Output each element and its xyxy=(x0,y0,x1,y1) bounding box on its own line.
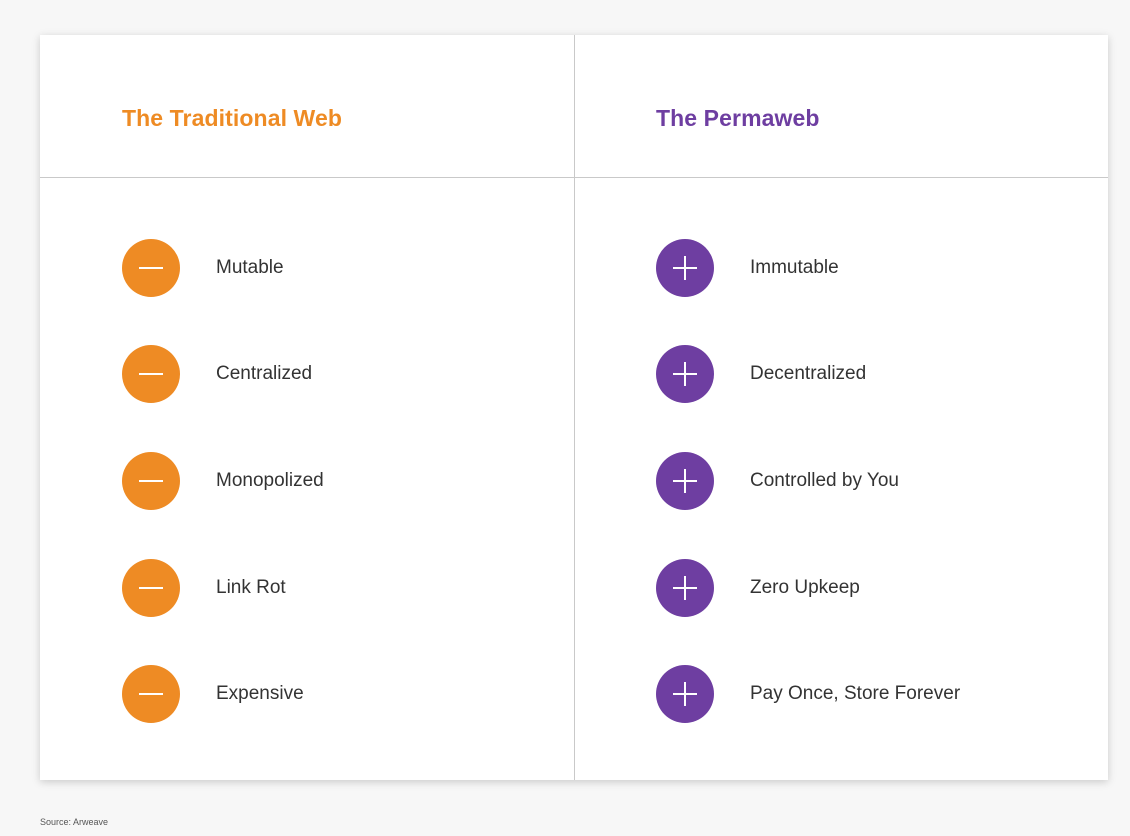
item-label: Mutable xyxy=(216,257,284,278)
item-label: Immutable xyxy=(750,257,839,278)
item-label: Centralized xyxy=(216,363,313,384)
list-item: Monopolized xyxy=(122,452,324,510)
plus-icon xyxy=(656,559,714,617)
item-label: Pay Once, Store Forever xyxy=(750,683,961,704)
minus-icon xyxy=(122,452,180,510)
minus-icon xyxy=(122,559,180,617)
traditional-web-column: The Traditional Web Mutable Centralized … xyxy=(40,35,574,780)
item-label: Monopolized xyxy=(216,470,324,491)
list-item: Immutable xyxy=(656,239,839,297)
item-label: Link Rot xyxy=(216,577,286,598)
list-item: Centralized xyxy=(122,345,312,403)
item-label: Zero Upkeep xyxy=(750,577,860,598)
plus-icon xyxy=(656,665,714,723)
list-item: Link Rot xyxy=(122,559,286,617)
list-item: Zero Upkeep xyxy=(656,559,860,617)
list-item: Decentralized xyxy=(656,345,866,403)
minus-icon xyxy=(122,239,180,297)
list-item: Pay Once, Store Forever xyxy=(656,665,960,723)
permaweb-column: The Permaweb Immutable Decentralized Con… xyxy=(575,35,1109,780)
minus-icon xyxy=(122,345,180,403)
list-item: Controlled by You xyxy=(656,452,899,510)
item-label: Expensive xyxy=(216,683,304,704)
plus-icon xyxy=(656,239,714,297)
item-label: Decentralized xyxy=(750,363,867,384)
plus-icon xyxy=(656,345,714,403)
source-note: Source: Arweave xyxy=(40,817,109,827)
plus-icon xyxy=(656,452,714,510)
item-label: Controlled by You xyxy=(750,470,899,491)
list-item: Mutable xyxy=(122,239,284,297)
minus-icon xyxy=(122,665,180,723)
list-item: Expensive xyxy=(122,665,304,723)
traditional-web-title: The Traditional Web xyxy=(122,105,342,131)
permaweb-title: The Permaweb xyxy=(656,105,820,131)
comparison-card: The Traditional Web Mutable Centralized … xyxy=(40,35,1108,780)
